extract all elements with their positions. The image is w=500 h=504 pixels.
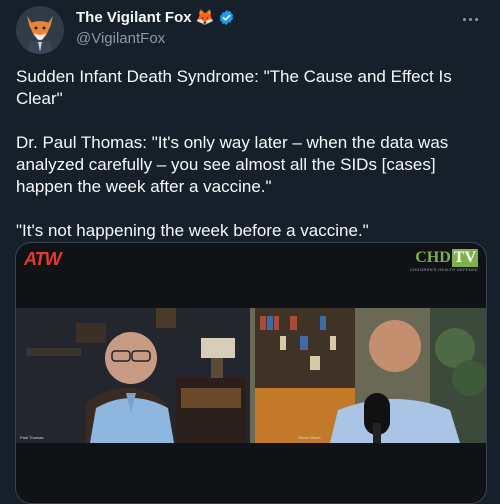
speaker-left-scene — [16, 308, 250, 443]
atw-logo: ATW — [24, 249, 62, 269]
tv-logo-text: TV — [451, 249, 478, 267]
video-panel-right: Steve Kirsch — [250, 308, 486, 443]
video-panel-left: Paul Thomas — [16, 308, 250, 443]
author-name-row: The Vigilant Fox 🦊 — [76, 8, 235, 26]
author-handle[interactable]: @VigilantFox — [76, 30, 165, 47]
tweet-paragraph: Sudden Infant Death Syndrome: "The Cause… — [16, 67, 452, 108]
tweet-paragraph: "It's not happening the week before a va… — [16, 221, 369, 240]
tweet-paragraph: Dr. Paul Thomas: "It's only way later – … — [16, 133, 449, 196]
avatar[interactable] — [16, 6, 64, 54]
speaker-left-caption: Paul Thomas — [20, 435, 44, 440]
fox-avatar-icon — [16, 6, 64, 54]
speaker-right-scene — [250, 308, 486, 443]
verified-badge-icon[interactable] — [218, 9, 235, 26]
tweet-text: Sudden Infant Death Syndrome: "The Cause… — [16, 66, 484, 264]
fox-emoji-icon: 🦊 — [195, 9, 215, 26]
author-display-name[interactable]: The Vigilant Fox — [76, 9, 192, 26]
chd-logo-subtitle: CHILDREN'S HEALTH DEFENSE — [410, 267, 478, 272]
video-media[interactable]: ATW CHD TV CHILDREN'S HEALTH DEFENSE Pau… — [15, 242, 487, 504]
chd-tv-logo: CHD TV — [415, 249, 478, 267]
speaker-right-caption: Steve Kirsch — [298, 435, 321, 440]
more-options-icon[interactable] — [458, 10, 482, 28]
chd-logo-text: CHD — [415, 249, 451, 266]
